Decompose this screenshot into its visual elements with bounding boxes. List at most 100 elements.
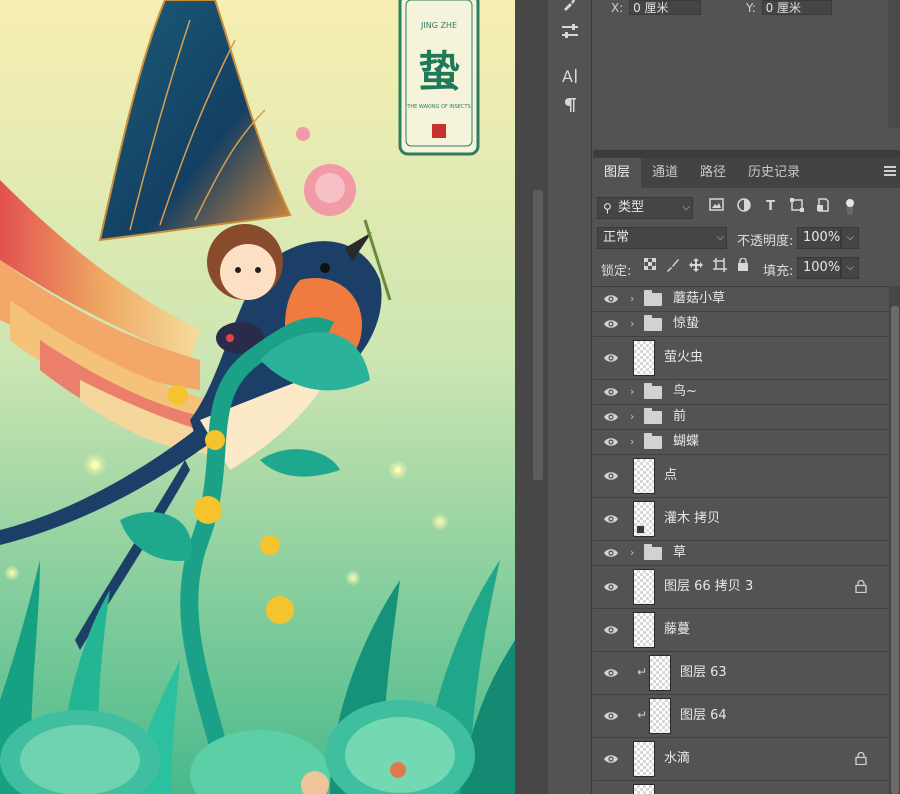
layer-filter-row: ⚲ 类型 ⌵ T — [593, 195, 900, 222]
fill-input[interactable]: 100% — [797, 257, 841, 279]
eye-icon[interactable] — [603, 667, 619, 679]
tab-channels[interactable]: 通道 — [641, 158, 689, 188]
chevron-right-icon[interactable]: › — [630, 435, 634, 448]
canvas-gutter — [515, 0, 548, 794]
lock-row: 锁定: 填充: 100% ⌵ — [593, 255, 900, 282]
eye-icon[interactable] — [603, 293, 619, 305]
lock-pixels-icon[interactable] — [664, 258, 681, 275]
layer-thumbnail — [649, 698, 671, 734]
layer-name: 惊蛰 — [673, 316, 700, 331]
smart-object-filter-icon[interactable] — [814, 198, 831, 215]
layer-list-scrollbar-thumb[interactable] — [891, 306, 899, 794]
lock-artboard-icon[interactable] — [711, 258, 728, 275]
layer-name: 萤火虫 — [664, 350, 704, 365]
layer-row[interactable]: 萤火虫 — [593, 337, 889, 380]
layer-row[interactable]: › 草 — [593, 541, 889, 566]
filter-kind-select[interactable]: ⚲ 类型 ⌵ — [597, 197, 693, 219]
layer-thumbnail — [633, 741, 655, 777]
folder-icon — [644, 408, 662, 424]
x-label: X: — [611, 1, 624, 15]
eye-icon[interactable] — [603, 318, 619, 330]
opacity-label: 不透明度: — [737, 234, 794, 249]
opacity-dropdown[interactable]: ⌵ — [841, 227, 859, 249]
brush-icon[interactable] — [558, 0, 582, 16]
layer-row[interactable]: 水滴 — [593, 738, 889, 781]
chevron-down-icon: ⌵ — [846, 232, 854, 243]
character-icon[interactable]: A — [558, 66, 582, 88]
eye-icon[interactable] — [603, 470, 619, 482]
tab-layers[interactable]: 图层 — [593, 158, 642, 188]
eye-icon[interactable] — [603, 547, 619, 559]
layer-name: 藤蔓 — [664, 622, 691, 637]
canvas-scrollbar[interactable] — [533, 190, 543, 480]
layer-row[interactable]: › 前 — [593, 405, 889, 430]
eye-icon[interactable] — [603, 386, 619, 398]
layer-row[interactable]: ↵ 图层 63 — [593, 652, 889, 695]
layer-row[interactable] — [593, 781, 889, 794]
type-filter-icon[interactable]: T — [762, 198, 779, 215]
clipping-mask-icon: ↵ — [637, 665, 648, 679]
layer-row[interactable]: 点 — [593, 455, 889, 498]
filter-kind-label: 类型 — [618, 200, 645, 215]
layer-list: › 蘑菇小草 › 惊蛰 萤火虫 › 鸟~ › 前 › 蝴蝶点灌木 拷贝 › 草图层 66 拷贝 3 藤蔓 ↵… — [593, 286, 889, 794]
y-label: Y: — [746, 1, 756, 15]
layer-name: 鸟~ — [673, 384, 697, 399]
layer-thumbnail — [633, 784, 655, 794]
paragraph-icon[interactable] — [558, 96, 582, 118]
layer-row[interactable]: 图层 66 拷贝 3 — [593, 566, 889, 609]
layer-name: 灌木 拷贝 — [664, 511, 721, 526]
layer-row[interactable]: 灌木 拷贝 — [593, 498, 889, 541]
shape-filter-icon[interactable] — [788, 198, 805, 215]
eye-icon[interactable] — [603, 513, 619, 525]
adjustment-filter-icon[interactable] — [735, 198, 752, 215]
y-coordinate: Y: — [746, 0, 832, 15]
lock-position-icon[interactable] — [687, 258, 704, 275]
lock-all-icon[interactable] — [734, 257, 751, 275]
opacity-input[interactable]: 100% — [797, 227, 841, 249]
eye-icon[interactable] — [603, 411, 619, 423]
blend-row: 正常 ⌵ 不透明度: 100% ⌵ — [593, 225, 900, 252]
properties-scrollbar[interactable] — [888, 0, 900, 128]
chevron-right-icon[interactable]: › — [630, 317, 634, 330]
lock-transparent-icon[interactable] — [641, 257, 658, 275]
folder-icon — [644, 290, 662, 306]
layer-row[interactable]: › 蝴蝶 — [593, 430, 889, 455]
panel-divider — [593, 150, 900, 158]
layer-row[interactable]: › 惊蛰 — [593, 312, 889, 337]
eye-icon[interactable] — [603, 624, 619, 636]
x-input[interactable] — [629, 0, 702, 15]
chevron-right-icon[interactable]: › — [630, 385, 634, 398]
layer-row[interactable]: ↵ 图层 64 — [593, 695, 889, 738]
eye-icon[interactable] — [603, 753, 619, 765]
layer-thumbnail — [633, 569, 655, 605]
pixel-filter-icon[interactable] — [708, 198, 725, 215]
menu-icon[interactable] — [884, 166, 896, 178]
smart-object-icon — [636, 525, 645, 534]
layer-row[interactable]: › 蘑菇小草 — [593, 287, 889, 312]
x-coordinate: X: — [611, 0, 702, 15]
layer-name: 前 — [673, 409, 687, 424]
fill-dropdown[interactable]: ⌵ — [841, 257, 859, 279]
document-canvas[interactable]: JING ZHE 蛰 THE WAKING OF INSECTS — [0, 0, 515, 794]
adjust-icon[interactable] — [558, 21, 582, 43]
layer-row[interactable]: 藤蔓 — [593, 609, 889, 652]
layer-name: 图层 64 — [680, 708, 727, 723]
chevron-right-icon[interactable]: › — [630, 410, 634, 423]
layers-tab-bar: 图层 通道 路径 历史记录 — [593, 158, 900, 188]
chevron-right-icon[interactable]: › — [630, 292, 634, 305]
eye-icon[interactable] — [603, 436, 619, 448]
filter-toggle-icon[interactable] — [841, 198, 858, 215]
folder-icon — [644, 315, 662, 331]
tab-paths[interactable]: 路径 — [689, 158, 737, 188]
lock-icon — [855, 579, 867, 594]
y-input[interactable] — [761, 0, 832, 15]
eye-icon[interactable] — [603, 710, 619, 722]
layer-thumbnail — [633, 612, 655, 648]
eye-icon[interactable] — [603, 352, 619, 364]
eye-icon[interactable] — [603, 581, 619, 593]
layer-name: 草 — [673, 545, 687, 560]
chevron-right-icon[interactable]: › — [630, 546, 634, 559]
blend-mode-select[interactable]: 正常 ⌵ — [597, 227, 727, 249]
tab-history[interactable]: 历史记录 — [737, 158, 811, 188]
layer-row[interactable]: › 鸟~ — [593, 380, 889, 405]
